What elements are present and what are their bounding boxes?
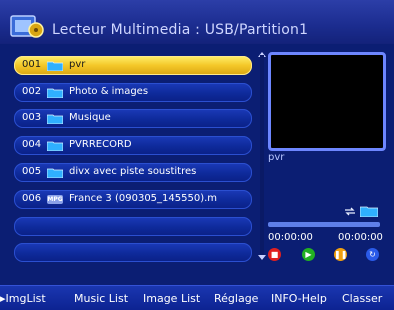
red-stop-button[interactable]: ■ (268, 248, 281, 261)
footer-info-help-button[interactable]: INFO-Help (271, 292, 327, 305)
preview-name: pvr (268, 152, 285, 163)
footer-music-list-button[interactable]: Music List (74, 292, 128, 305)
media-player-icon (10, 15, 44, 38)
item-number: 004 (22, 139, 42, 150)
header-bar: Lecteur Multimedia : USB/Partition1 (0, 0, 394, 44)
green-play-button[interactable]: ▶ (302, 248, 315, 261)
file-list: 001 pvr 002 Photo & images 003 Musique 0… (14, 52, 258, 262)
folder-icon (47, 61, 63, 71)
scroll-down-arrow-icon[interactable] (258, 255, 266, 260)
repeat-icon (345, 207, 355, 216)
list-item-004[interactable]: 004 PVRRECORD (14, 136, 252, 155)
preview-window (268, 52, 386, 151)
item-label: Musique (69, 112, 111, 123)
item-number: 001 (22, 59, 42, 70)
stop-icon: ■ (270, 250, 279, 259)
yellow-pause-button[interactable]: ❚❚ (334, 248, 347, 261)
play-icon: ▶ (305, 250, 312, 259)
pause-icon: ❚❚ (334, 250, 348, 259)
page-title: Lecteur Multimedia : USB/Partition1 (52, 22, 309, 38)
footer-bar: ▸ImgList Music List Image List Réglage I… (0, 285, 394, 310)
folder-icon (47, 88, 63, 98)
item-number: 003 (22, 112, 42, 123)
mpg-file-icon: MPG (47, 195, 63, 204)
list-item-003[interactable]: 003 Musique (14, 109, 252, 128)
item-label: France 3 (090305_145550).m (69, 193, 218, 204)
item-label: pvr (69, 59, 86, 70)
item-number: 006 (22, 193, 42, 204)
footer-reglage-button[interactable]: Réglage (214, 292, 258, 305)
repeat-icon: ↻ (369, 250, 376, 259)
list-item-001[interactable]: 001 pvr (14, 56, 252, 75)
footer-label: ImgList (5, 292, 46, 305)
item-number: 005 (22, 166, 42, 177)
folder-icon (47, 114, 63, 124)
media-player-screen: Lecteur Multimedia : USB/Partition1 001 … (0, 0, 394, 310)
list-item-005[interactable]: 005 divx avec piste soustitres (14, 163, 252, 182)
list-item-empty (14, 217, 252, 236)
folder-icon (360, 206, 378, 217)
footer-image-list-button[interactable]: Image List (143, 292, 200, 305)
item-number: 002 (22, 86, 42, 97)
progress-bar (268, 222, 380, 227)
item-label: PVRRECORD (69, 139, 132, 150)
time-elapsed: 00:00:00 (268, 232, 313, 243)
folder-icon (47, 168, 63, 178)
time-total: 00:00:00 (338, 232, 383, 243)
list-item-002[interactable]: 002 Photo & images (14, 83, 252, 102)
list-item-empty (14, 243, 252, 262)
list-item-006[interactable]: 006 MPG France 3 (090305_145550).m (14, 190, 252, 209)
footer-imglist-button[interactable]: ▸ImgList (0, 292, 46, 305)
scrollbar[interactable] (260, 55, 264, 260)
blue-repeat-button[interactable]: ↻ (366, 248, 379, 261)
footer-classer-button[interactable]: Classer (342, 292, 382, 305)
item-label: divx avec piste soustitres (69, 166, 197, 177)
folder-icon (47, 141, 63, 151)
item-label: Photo & images (69, 86, 149, 97)
